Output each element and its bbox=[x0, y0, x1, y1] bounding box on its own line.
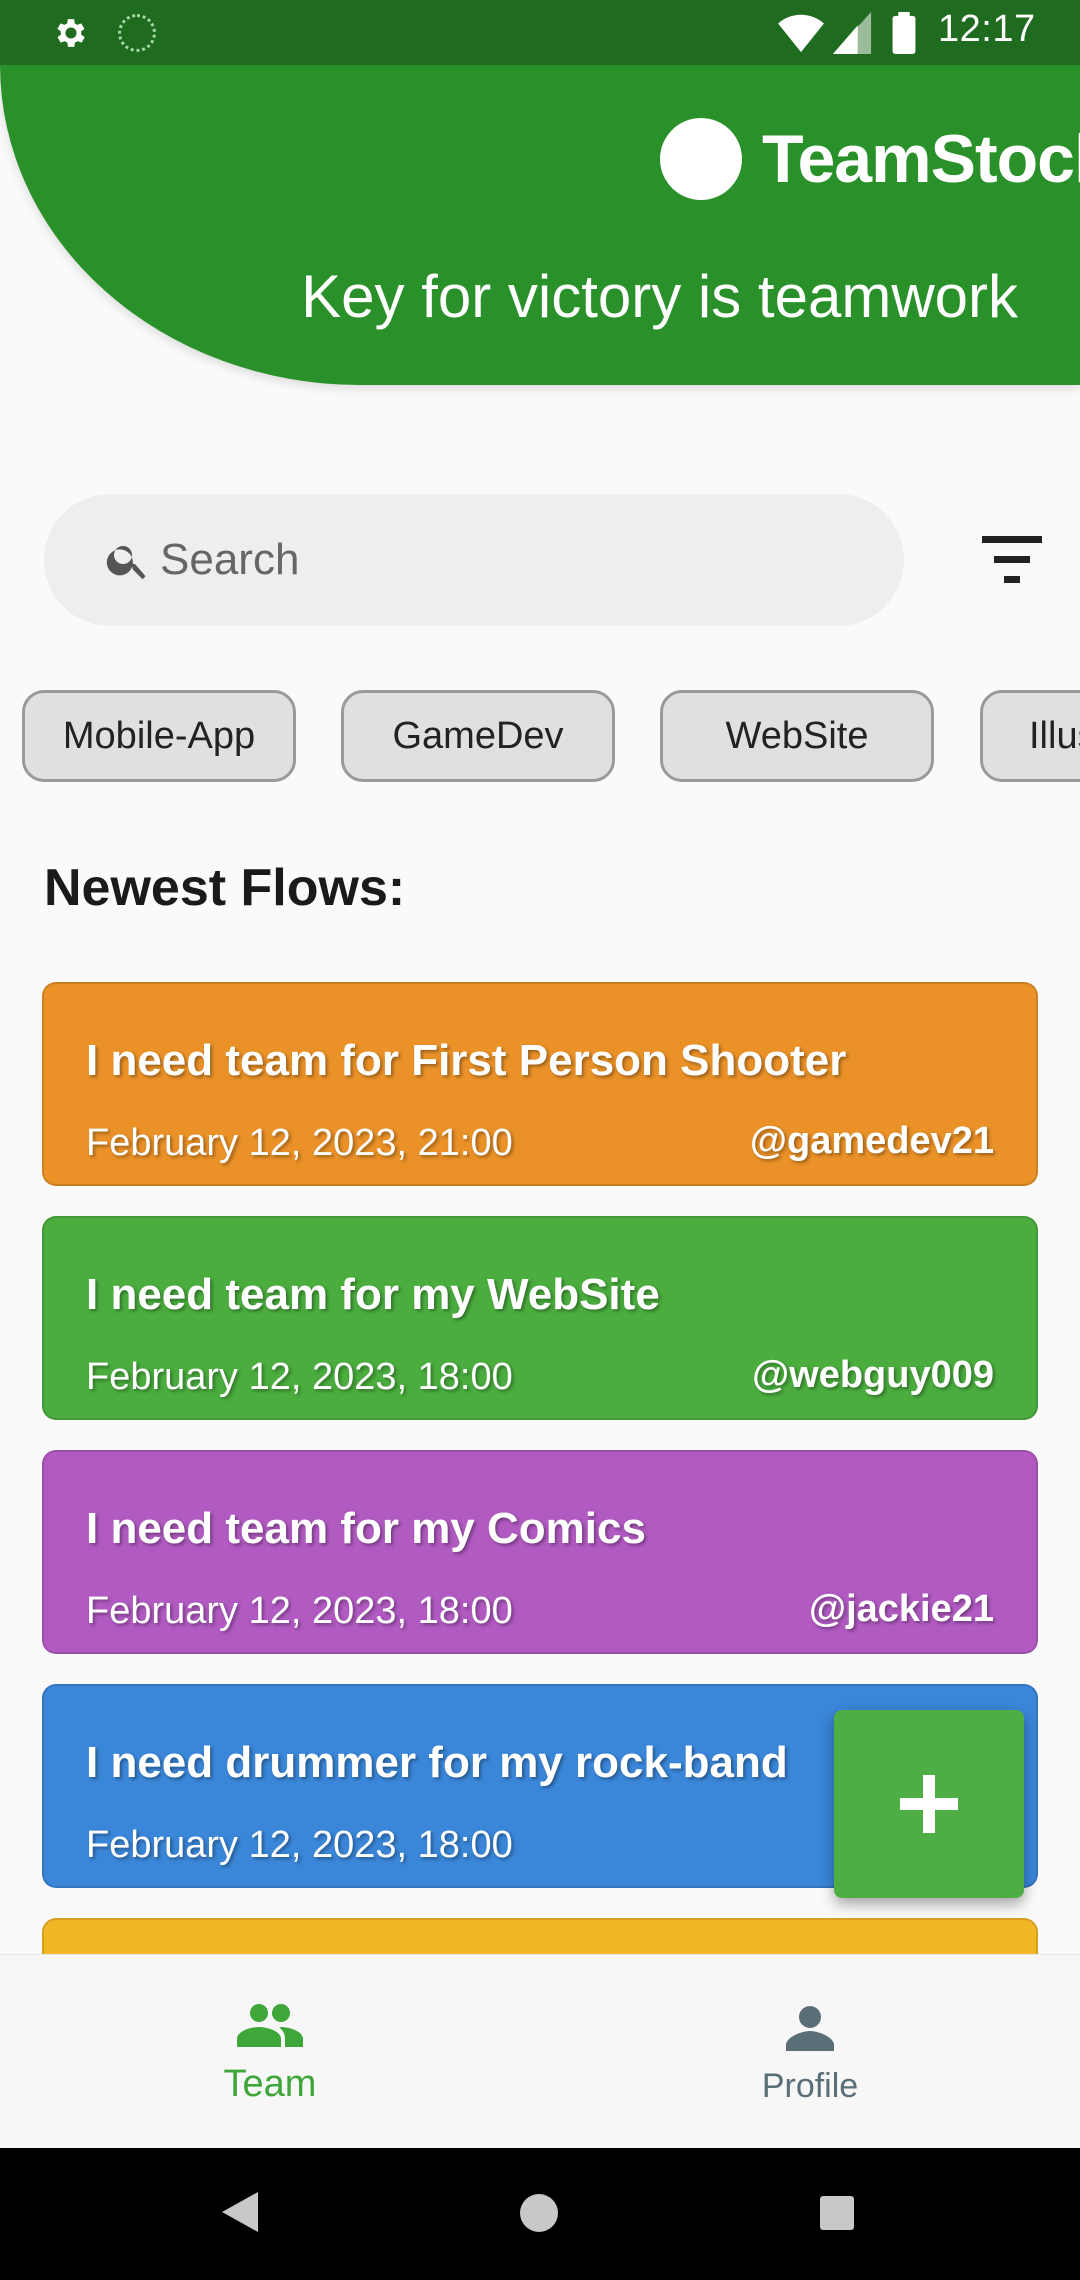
team-icon bbox=[237, 2004, 303, 2047]
flow-username: @gamedev21 bbox=[749, 1120, 994, 1162]
flow-date: February 12, 2023, 18:00 bbox=[86, 1590, 513, 1632]
profile-icon bbox=[786, 2006, 834, 2051]
flow-username: @webguy009 bbox=[752, 1354, 994, 1396]
flow-card[interactable] bbox=[42, 1918, 1038, 1954]
flow-username: @jackie21 bbox=[809, 1588, 994, 1630]
cell-signal-icon bbox=[832, 12, 872, 54]
flow-title: I need team for my WebSite bbox=[86, 1270, 660, 1319]
filter-icon[interactable] bbox=[982, 532, 1042, 588]
flow-card[interactable]: I need team for First Person Shooter Feb… bbox=[42, 982, 1038, 1186]
nav-item-team[interactable]: Team bbox=[0, 1955, 540, 2149]
chip-gamedev[interactable]: GameDev bbox=[341, 690, 615, 782]
category-chips: Mobile-App GameDev WebSite Illus bbox=[0, 690, 1080, 784]
chip-mobile-app[interactable]: Mobile-App bbox=[22, 690, 296, 782]
flow-title: I need team for First Person Shooter bbox=[86, 1036, 847, 1085]
status-time: 12:17 bbox=[938, 8, 1036, 50]
app-title: TeamStock bbox=[762, 121, 1080, 197]
recents-icon[interactable] bbox=[820, 2196, 854, 2230]
section-title: Newest Flows: bbox=[44, 859, 406, 917]
flow-date: February 12, 2023, 21:00 bbox=[86, 1122, 513, 1164]
settings-icon bbox=[57, 19, 85, 47]
battery-icon bbox=[892, 12, 916, 54]
wifi-icon bbox=[778, 14, 824, 53]
tagline: Key for victory is teamwork bbox=[301, 263, 1018, 330]
flow-title: I need team for my Comics bbox=[86, 1504, 646, 1553]
flow-card[interactable]: I need team for my Comics February 12, 2… bbox=[42, 1450, 1038, 1654]
nav-label-team: Team bbox=[223, 2063, 317, 2105]
back-icon[interactable] bbox=[222, 2192, 258, 2232]
sync-dots-icon bbox=[118, 14, 156, 52]
search-icon bbox=[106, 546, 146, 580]
plus-icon bbox=[900, 1775, 958, 1833]
search-bar[interactable] bbox=[44, 494, 904, 626]
chip-illus[interactable]: Illus bbox=[980, 690, 1080, 782]
flow-card[interactable]: I need team for my WebSite February 12, … bbox=[42, 1216, 1038, 1420]
app-logo bbox=[660, 118, 742, 200]
search-input[interactable] bbox=[160, 524, 860, 596]
nav-item-profile[interactable]: Profile bbox=[540, 1955, 1080, 2149]
add-flow-button[interactable] bbox=[834, 1710, 1024, 1898]
flow-title: I need drummer for my rock-band bbox=[86, 1738, 788, 1787]
home-icon[interactable] bbox=[520, 2194, 558, 2232]
nav-label-profile: Profile bbox=[761, 2067, 859, 2105]
status-bar: 12:17 bbox=[0, 0, 1080, 65]
flow-date: February 12, 2023, 18:00 bbox=[86, 1824, 513, 1866]
chip-website[interactable]: WebSite bbox=[660, 690, 934, 782]
bottom-navigation: Team Profile bbox=[0, 1954, 1080, 2148]
flow-date: February 12, 2023, 18:00 bbox=[86, 1356, 513, 1398]
system-navigation-bar bbox=[0, 2148, 1080, 2280]
